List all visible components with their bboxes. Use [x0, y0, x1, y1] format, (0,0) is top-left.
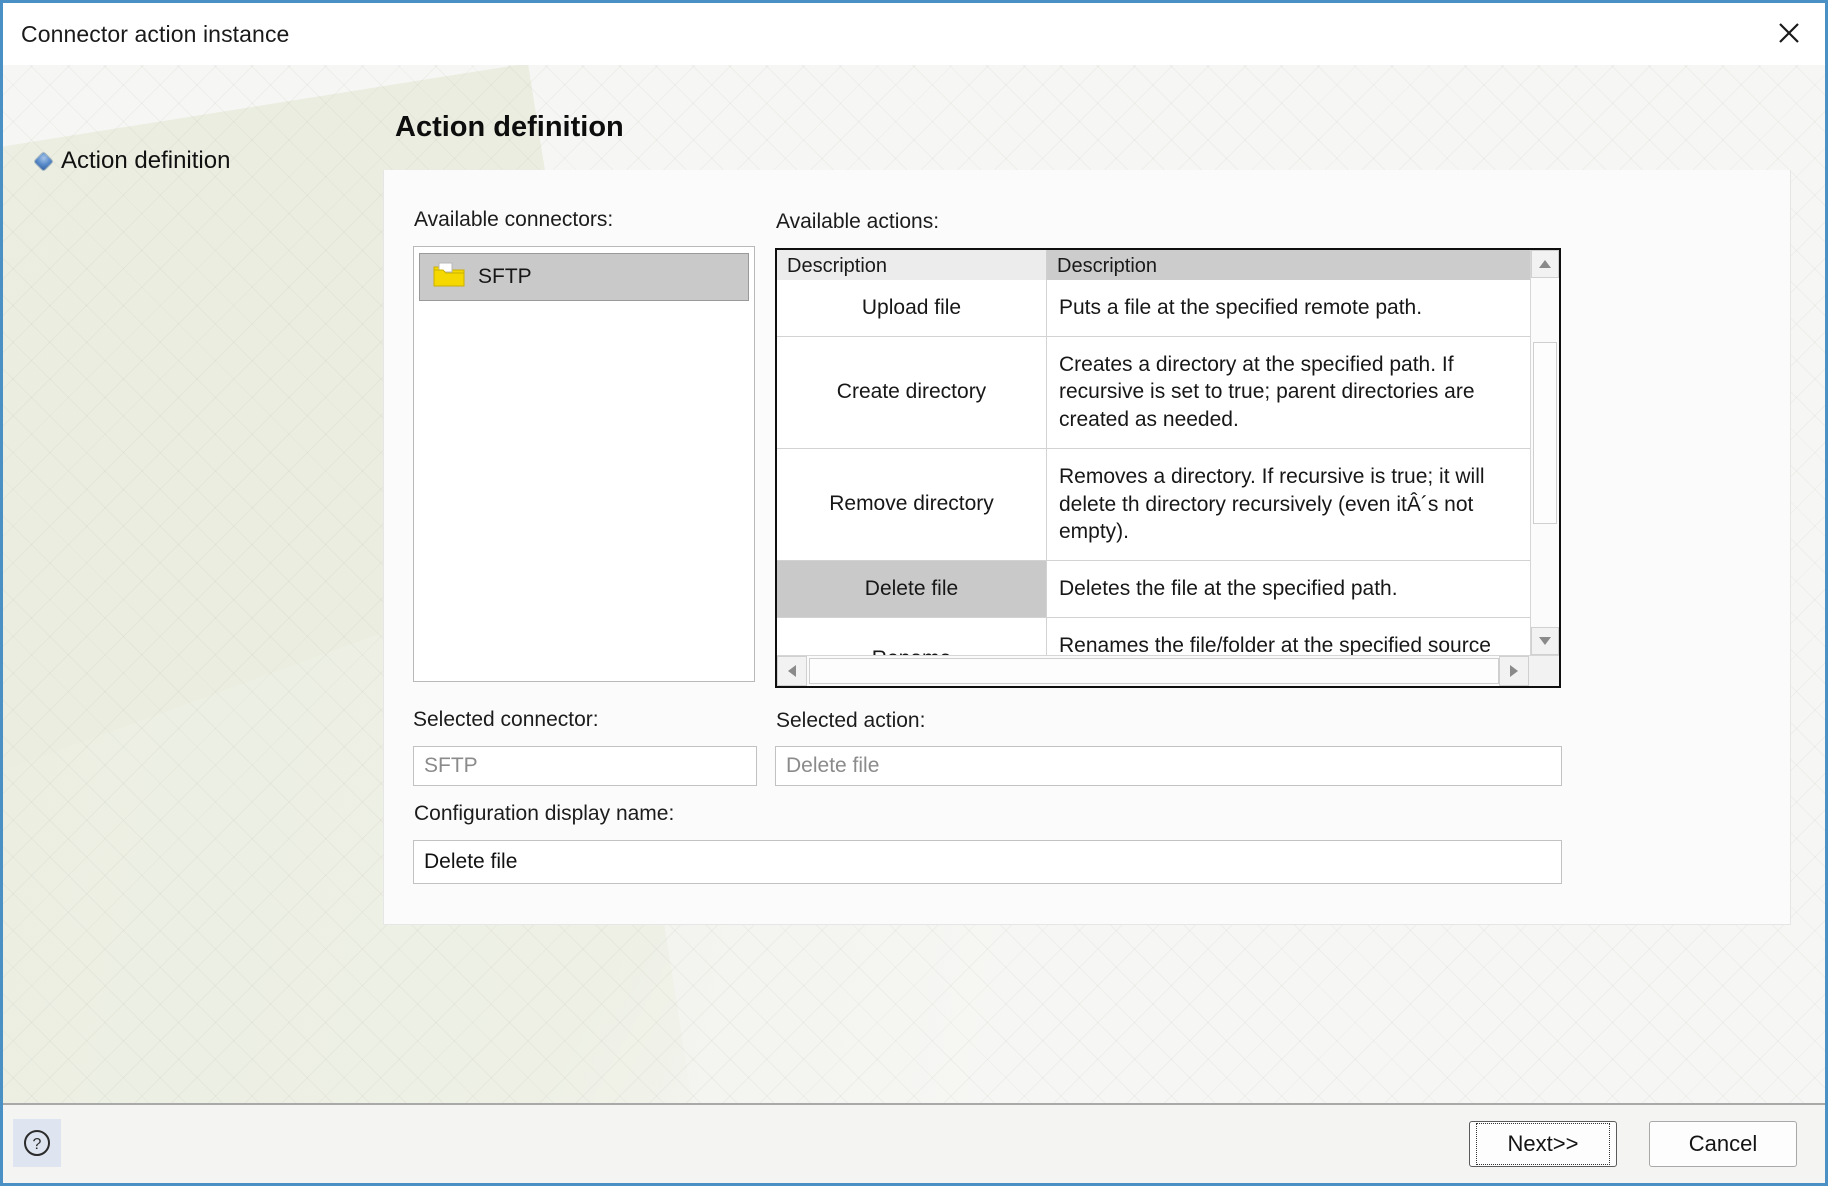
vertical-scroll-track[interactable] — [1531, 278, 1559, 627]
table-row[interactable]: Upload file Puts a file at the specified… — [777, 280, 1530, 337]
horizontal-scroll-track[interactable] — [807, 656, 1499, 686]
column-header-name[interactable]: Description — [777, 250, 1047, 280]
configuration-display-name-input[interactable] — [413, 840, 1562, 884]
horizontal-scroll-thumb[interactable] — [809, 658, 1499, 684]
question-mark-glyph: ? — [24, 1130, 50, 1156]
chevron-left-icon[interactable] — [777, 656, 807, 686]
available-actions-label: Available actions: — [776, 210, 940, 233]
table-row[interactable]: Remove directory Removes a directory. If… — [777, 448, 1530, 562]
svg-text:?: ? — [33, 1136, 42, 1153]
available-connectors-label: Available connectors: — [414, 208, 614, 231]
action-name-cell: Remove directory — [777, 448, 1047, 561]
grid-body: Upload file Puts a file at the specified… — [777, 280, 1530, 655]
scrollbar-corner — [1529, 656, 1559, 686]
next-button[interactable]: Next>> — [1469, 1121, 1617, 1167]
action-description-cell: Removes a directory. If recursive is tru… — [1059, 464, 1485, 544]
dialog-body: Action definition Action definition Avai… — [3, 65, 1825, 1105]
vertical-scrollbar[interactable] — [1530, 250, 1559, 655]
selected-connector-label: Selected connector: — [413, 708, 599, 731]
action-name-cell: Create directory — [777, 336, 1047, 448]
close-icon[interactable] — [1753, 3, 1825, 63]
action-description-cell: Creates a directory at the specified pat… — [1059, 352, 1475, 432]
page-title: Action definition — [395, 111, 624, 143]
action-name-cell: Rename — [777, 617, 1047, 655]
folder-icon — [432, 261, 466, 294]
chevron-down-icon[interactable] — [1531, 627, 1559, 655]
selected-action-input[interactable] — [775, 746, 1562, 786]
dialog-footer: ? Next>> Cancel — [3, 1103, 1825, 1183]
action-description-cell: Puts a file at the specified remote path… — [1059, 296, 1423, 319]
form-card: Available connectors: Available actions:… — [383, 170, 1791, 925]
action-description-cell: Deletes the file at the specified path. — [1059, 577, 1398, 601]
table-row[interactable]: Rename Renames the file/folder at the sp… — [777, 617, 1530, 655]
wizard-step-nav: Action definition — [3, 65, 383, 1105]
title-bar: Connector action instance — [3, 3, 1825, 65]
dialog-window: Connector action instance Action definit… — [0, 0, 1828, 1186]
table-row[interactable]: Create directory Creates a directory at … — [777, 336, 1530, 449]
vertical-scroll-thumb[interactable] — [1533, 342, 1557, 524]
chevron-up-icon[interactable] — [1531, 250, 1559, 278]
action-name-cell: Delete file — [777, 561, 1047, 617]
horizontal-scrollbar[interactable] — [777, 655, 1559, 686]
grid-area: Description Description Upload file Puts… — [777, 250, 1530, 655]
connector-item-label: SFTP — [478, 265, 532, 288]
action-description-cell: Renames the file/folder at the specified… — [1059, 633, 1491, 655]
selected-connector-input[interactable] — [413, 746, 757, 786]
action-name-cell: Upload file — [777, 280, 1047, 336]
grid-scroll-wrapper: Description Description Upload file Puts… — [777, 250, 1559, 655]
sidebar-item-action-definition[interactable]: Action definition — [34, 147, 231, 175]
main-content: Action definition Available connectors: … — [383, 65, 1825, 1105]
column-header-description[interactable]: Description — [1047, 250, 1530, 280]
sidebar-item-label: Action definition — [61, 147, 231, 174]
available-connectors-list[interactable]: SFTP — [413, 246, 755, 682]
question-mark-icon[interactable]: ? — [13, 1119, 61, 1167]
cancel-button[interactable]: Cancel — [1649, 1121, 1797, 1167]
table-row-selected[interactable]: Delete file Deletes the file at the spec… — [777, 561, 1530, 618]
selected-action-label: Selected action: — [776, 709, 926, 732]
configuration-display-name-label: Configuration display name: — [414, 802, 675, 825]
close-glyph — [1779, 23, 1799, 43]
chevron-right-icon[interactable] — [1499, 656, 1529, 686]
next-button-label: Next>> — [1476, 1123, 1610, 1165]
diamond-bullet-icon — [34, 151, 53, 171]
window-title: Connector action instance — [21, 21, 290, 47]
connector-item-sftp[interactable]: SFTP — [419, 253, 749, 301]
grid-header-row: Description Description — [777, 250, 1530, 280]
available-actions-grid[interactable]: Description Description Upload file Puts… — [775, 248, 1561, 688]
